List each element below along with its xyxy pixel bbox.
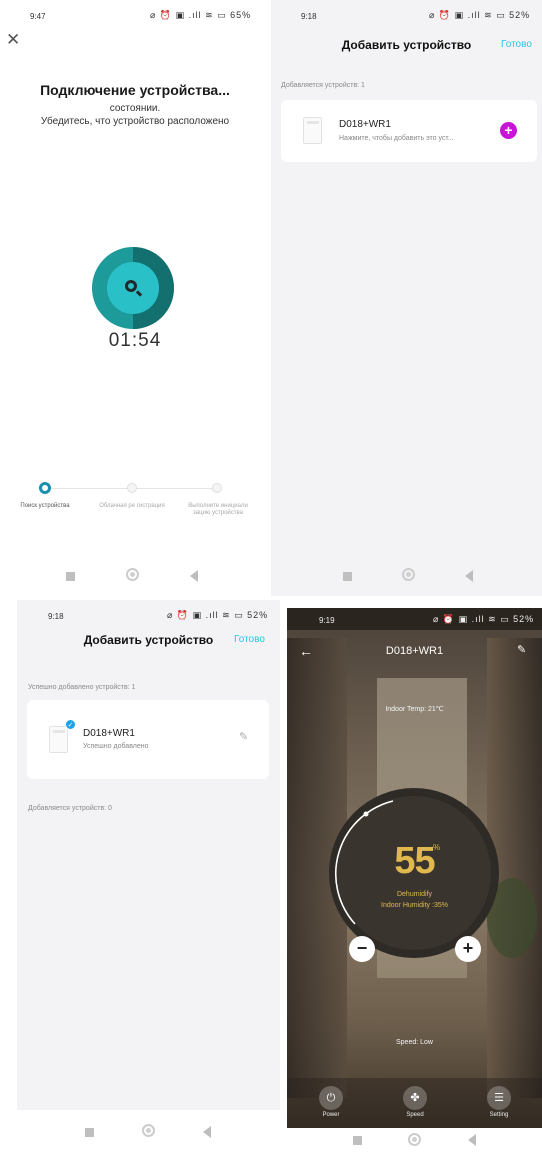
humidity-unit: %	[433, 843, 441, 852]
device-note: Успешно добавлено	[83, 743, 149, 750]
adding-section-header: Добавляется устройств: 0	[28, 805, 112, 812]
back-icon[interactable]	[203, 1126, 211, 1138]
step-pending-icon	[212, 483, 222, 493]
increase-button[interactable]: +	[455, 936, 481, 962]
home-icon[interactable]	[126, 568, 139, 581]
recents-icon[interactable]	[343, 572, 352, 581]
panel-add-device: 9:18 ⌀ ⏰ ▣ .ıll ≋ ▭ 52% Добавить устройс…	[271, 0, 542, 596]
done-button[interactable]: Готово	[501, 39, 532, 50]
indoor-temp: Indoor Temp: 21℃	[385, 706, 444, 713]
status-time: 9:18	[301, 12, 317, 21]
panel-connecting: 9:47 ⌀ ⏰ ▣ .ıll ≋ ▭ 65% ✕ Подключение ус…	[0, 0, 270, 596]
power-icon[interactable]: ⏻	[319, 1086, 343, 1110]
dehumidifier-icon	[49, 726, 68, 753]
status-time: 9:47	[30, 12, 46, 21]
home-icon[interactable]	[402, 568, 415, 581]
step-label-cloud: Облачная ре гистрация	[99, 503, 165, 509]
device-card[interactable]: ✓ D018+WR1 Успешно добавлено ✎	[27, 700, 269, 779]
step-pending-icon	[127, 483, 137, 493]
edit-icon[interactable]: ✎	[517, 643, 526, 656]
status-icons: ⌀ ⏰ ▣ .ıll ≋ ▭ 52%	[167, 610, 269, 620]
panel-device-control: 9:19 ⌀ ⏰ ▣ .ıll ≋ ▭ 52% ← D018+WR1 ✎ Ind…	[287, 608, 542, 1152]
device-title: D018+WR1	[385, 645, 444, 657]
fan-icon[interactable]: ✤	[403, 1086, 427, 1110]
instruction-line-2: Убедитесь, что устройство расположено	[40, 116, 230, 127]
power-label: Power	[322, 1112, 340, 1118]
recents-icon[interactable]	[353, 1136, 362, 1145]
device-name: D018+WR1	[83, 728, 135, 739]
close-icon[interactable]: ✕	[6, 30, 20, 50]
status-time: 9:18	[48, 612, 64, 621]
success-check-icon: ✓	[65, 719, 76, 730]
control-bar: ⏻ ✤ ☰	[287, 1078, 542, 1128]
search-progress-icon	[92, 247, 174, 329]
system-nav-bar	[17, 1110, 280, 1152]
page-title: Подключение устройства...	[40, 82, 230, 98]
target-humidity-value: 55	[394, 840, 435, 882]
status-bar: 9:47 ⌀ ⏰ ▣ .ıll ≋ ▭ 65%	[0, 0, 270, 34]
device-name: D018+WR1	[339, 119, 391, 130]
home-icon[interactable]	[142, 1124, 155, 1137]
search-icon	[125, 280, 137, 292]
decrease-button[interactable]: −	[349, 936, 375, 962]
countdown-timer: 01:54	[108, 330, 162, 351]
back-icon[interactable]	[190, 570, 198, 582]
dehumidifier-icon	[303, 117, 322, 144]
instruction-line-1: состоянии.	[109, 103, 161, 114]
settings-icon[interactable]: ☰	[487, 1086, 511, 1110]
home-icon[interactable]	[408, 1133, 421, 1146]
status-bar: 9:19 ⌀ ⏰ ▣ .ıll ≋ ▭ 52%	[287, 608, 542, 630]
system-nav-bar	[0, 554, 270, 596]
system-nav-bar	[287, 1128, 542, 1152]
indoor-humidity: Indoor Humidity :35%	[381, 902, 448, 909]
add-device-button[interactable]: +	[500, 122, 517, 139]
status-time: 9:19	[319, 616, 335, 625]
speed-label: Speed	[406, 1112, 424, 1118]
back-icon[interactable]	[468, 1134, 476, 1146]
status-icons: ⌀ ⏰ ▣ .ıll ≋ ▭ 65%	[150, 10, 252, 20]
recents-icon[interactable]	[66, 572, 75, 581]
setting-label: Setting	[489, 1112, 509, 1118]
status-bar: 9:18 ⌀ ⏰ ▣ .ıll ≋ ▭ 52%	[17, 600, 280, 634]
step-active-icon	[39, 482, 51, 494]
back-icon[interactable]	[465, 570, 473, 582]
speed-status: Speed: Low	[396, 1039, 433, 1046]
device-card[interactable]: D018+WR1 Нажмите, чтобы добавить это уст…	[281, 100, 537, 162]
step-label-init: Выполните инициали зацию устройства	[188, 503, 248, 516]
status-icons: ⌀ ⏰ ▣ .ıll ≋ ▭ 52%	[433, 614, 535, 624]
done-button[interactable]: Готово	[234, 634, 265, 645]
status-bar: 9:18 ⌀ ⏰ ▣ .ıll ≋ ▭ 52%	[271, 0, 542, 34]
mode-label: Dehumidify	[396, 891, 432, 898]
recents-icon[interactable]	[85, 1128, 94, 1137]
adding-section-header: Добавляется устройств: 1	[281, 82, 365, 89]
step-label-search: Поиск устройства	[20, 503, 70, 509]
status-icons: ⌀ ⏰ ▣ .ıll ≋ ▭ 52%	[429, 10, 531, 20]
system-nav-bar	[271, 554, 542, 596]
panel-device-added: 9:18 ⌀ ⏰ ▣ .ıll ≋ ▭ 52% Добавить устройс…	[17, 600, 280, 1152]
device-note: Нажмите, чтобы добавить это уст...	[339, 135, 454, 142]
success-section-header: Успешно добавлено устройств: 1	[28, 684, 136, 691]
edit-icon[interactable]: ✎	[239, 730, 248, 743]
